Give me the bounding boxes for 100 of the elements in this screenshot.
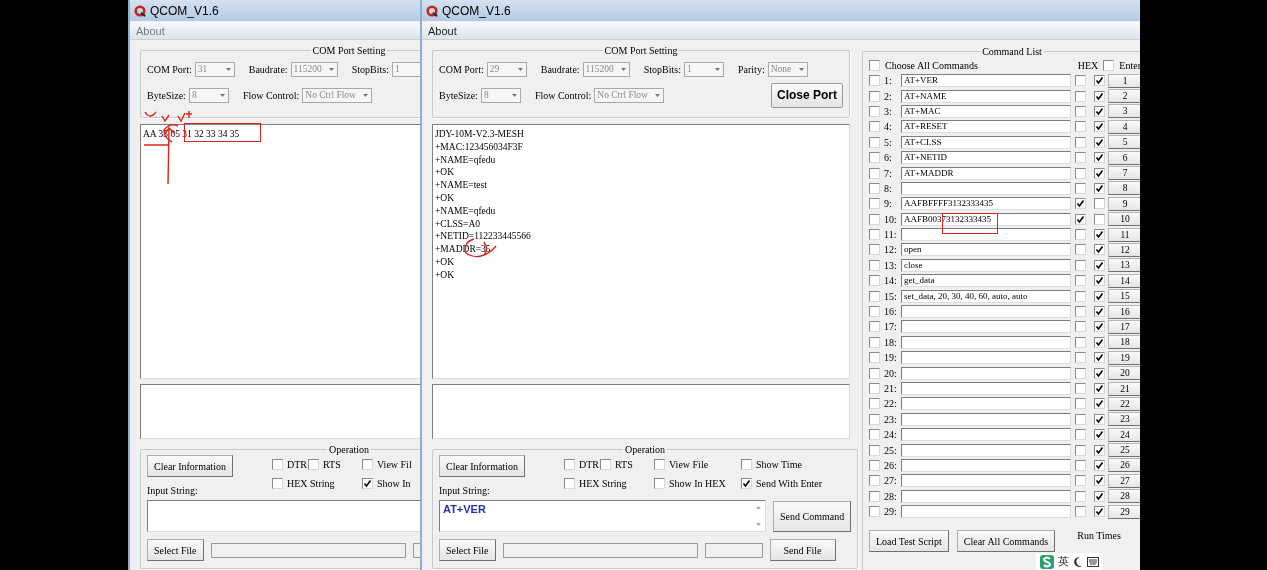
checkbox[interactable] xyxy=(1075,213,1086,225)
checkbox[interactable] xyxy=(869,336,880,348)
send-command-button[interactable]: 11 xyxy=(1108,227,1140,242)
checkbox[interactable] xyxy=(741,459,752,470)
checkbox[interactable] xyxy=(1093,444,1105,456)
checkbox[interactable] xyxy=(869,475,880,487)
checkbox[interactable] xyxy=(1093,198,1105,210)
command-field[interactable] xyxy=(901,382,1071,395)
checkbox[interactable] xyxy=(1075,275,1086,287)
send-command-button[interactable]: 20 xyxy=(1108,366,1140,381)
checkbox[interactable] xyxy=(1093,213,1105,225)
checkbox[interactable] xyxy=(1075,90,1086,102)
checkbox[interactable] xyxy=(869,429,880,441)
checkbox[interactable] xyxy=(869,244,880,256)
checkbox[interactable] xyxy=(869,152,880,164)
clear-information-button[interactable]: Clear Information xyxy=(439,455,525,477)
checkbox[interactable] xyxy=(1075,429,1086,441)
file-path-field[interactable] xyxy=(502,542,698,558)
checkbox[interactable] xyxy=(654,478,665,489)
checkbox[interactable] xyxy=(362,478,373,489)
send-command-button[interactable]: 23 xyxy=(1108,412,1140,427)
checkbox[interactable] xyxy=(1093,429,1105,441)
checkbox[interactable] xyxy=(1075,490,1086,502)
checkbox[interactable] xyxy=(869,383,880,394)
send-command-button[interactable]: Send Command xyxy=(773,500,852,532)
menu-item[interactable]: About xyxy=(428,24,457,37)
ime-logo-icon[interactable] xyxy=(1040,554,1054,569)
file-path-field[interactable] xyxy=(210,542,406,558)
checkbox[interactable] xyxy=(1093,182,1105,194)
send-command-button[interactable]: 4 xyxy=(1108,119,1140,134)
command-field[interactable]: AT+MAC xyxy=(901,104,1071,118)
checkbox[interactable] xyxy=(654,459,665,470)
checkbox[interactable] xyxy=(1075,136,1086,148)
command-field[interactable] xyxy=(901,443,1071,457)
send-command-button[interactable]: 18 xyxy=(1108,335,1140,350)
checkbox[interactable] xyxy=(1093,321,1105,333)
send-command-button[interactable]: 12 xyxy=(1108,243,1140,257)
command-field[interactable] xyxy=(901,412,1071,426)
checkbox[interactable] xyxy=(741,478,752,489)
checkbox[interactable] xyxy=(1093,506,1105,518)
checkbox[interactable] xyxy=(1093,290,1105,302)
checkbox[interactable] xyxy=(869,105,880,117)
command-field[interactable] xyxy=(901,489,1071,503)
checkbox[interactable] xyxy=(1093,259,1105,271)
command-field[interactable]: open xyxy=(901,243,1071,257)
command-field[interactable]: AT+NETID xyxy=(901,151,1071,165)
checkbox[interactable] xyxy=(1075,506,1086,518)
checkbox[interactable] xyxy=(869,444,880,456)
command-field[interactable] xyxy=(901,397,1071,411)
send-command-button[interactable]: 14 xyxy=(1108,273,1140,288)
select-file-button[interactable]: Select File xyxy=(147,539,204,561)
checkbox[interactable] xyxy=(1075,198,1086,210)
checkbox[interactable] xyxy=(869,413,880,425)
command-field[interactable]: set_data, 20, 30, 40, 60, auto, auto xyxy=(901,289,1071,303)
command-field[interactable]: AT+CLSS xyxy=(901,135,1071,149)
command-field[interactable] xyxy=(901,228,1071,242)
send-command-button[interactable]: 19 xyxy=(1108,350,1140,365)
checkbox[interactable] xyxy=(1075,121,1086,133)
checkbox[interactable] xyxy=(1075,152,1086,164)
checkbox[interactable] xyxy=(1075,182,1086,194)
checkbox[interactable] xyxy=(1093,229,1105,241)
checkbox[interactable] xyxy=(869,75,880,87)
checkbox[interactable] xyxy=(564,478,575,489)
checkbox[interactable] xyxy=(362,459,373,470)
checkbox[interactable] xyxy=(1075,367,1086,379)
menu-item[interactable]: About xyxy=(136,24,165,37)
checkbox[interactable] xyxy=(869,506,880,518)
send-command-button[interactable]: 8 xyxy=(1108,181,1140,196)
send-command-button[interactable]: 6 xyxy=(1108,150,1140,165)
checkbox[interactable] xyxy=(272,459,283,470)
checkbox[interactable] xyxy=(1093,383,1105,394)
command-field[interactable] xyxy=(901,366,1071,380)
command-field[interactable]: AT+MADDR xyxy=(901,166,1071,180)
send-command-button[interactable]: 16 xyxy=(1108,304,1140,319)
ime-mode[interactable]: 英 xyxy=(1058,554,1069,569)
command-field[interactable] xyxy=(901,474,1071,488)
checkbox[interactable] xyxy=(1075,167,1086,179)
command-field[interactable]: get_data xyxy=(901,274,1071,288)
checkbox[interactable] xyxy=(1075,336,1086,348)
checkbox[interactable] xyxy=(1093,398,1105,410)
checkbox[interactable] xyxy=(869,290,880,302)
input-field[interactable] xyxy=(147,500,420,532)
clear-information-button[interactable]: Clear Information xyxy=(147,455,233,477)
command-field[interactable]: AT+NAME xyxy=(901,89,1071,103)
checkbox[interactable] xyxy=(1075,244,1086,256)
checkbox[interactable] xyxy=(1093,459,1105,471)
checkbox[interactable] xyxy=(1075,105,1086,117)
command-field[interactable] xyxy=(901,428,1071,442)
checkbox[interactable] xyxy=(272,478,283,489)
checkbox[interactable] xyxy=(1093,336,1105,348)
checkbox[interactable] xyxy=(1075,290,1086,302)
send-command-button[interactable]: 22 xyxy=(1108,396,1140,411)
checkbox[interactable] xyxy=(1075,75,1086,87)
select-file-button[interactable]: Select File xyxy=(439,539,496,561)
send-command-button[interactable]: 29 xyxy=(1108,504,1140,519)
checkbox[interactable] xyxy=(869,398,880,410)
send-command-button[interactable]: 5 xyxy=(1108,135,1140,150)
checkbox[interactable] xyxy=(1075,444,1086,456)
checkbox[interactable] xyxy=(869,306,880,318)
checkbox[interactable] xyxy=(869,198,880,210)
